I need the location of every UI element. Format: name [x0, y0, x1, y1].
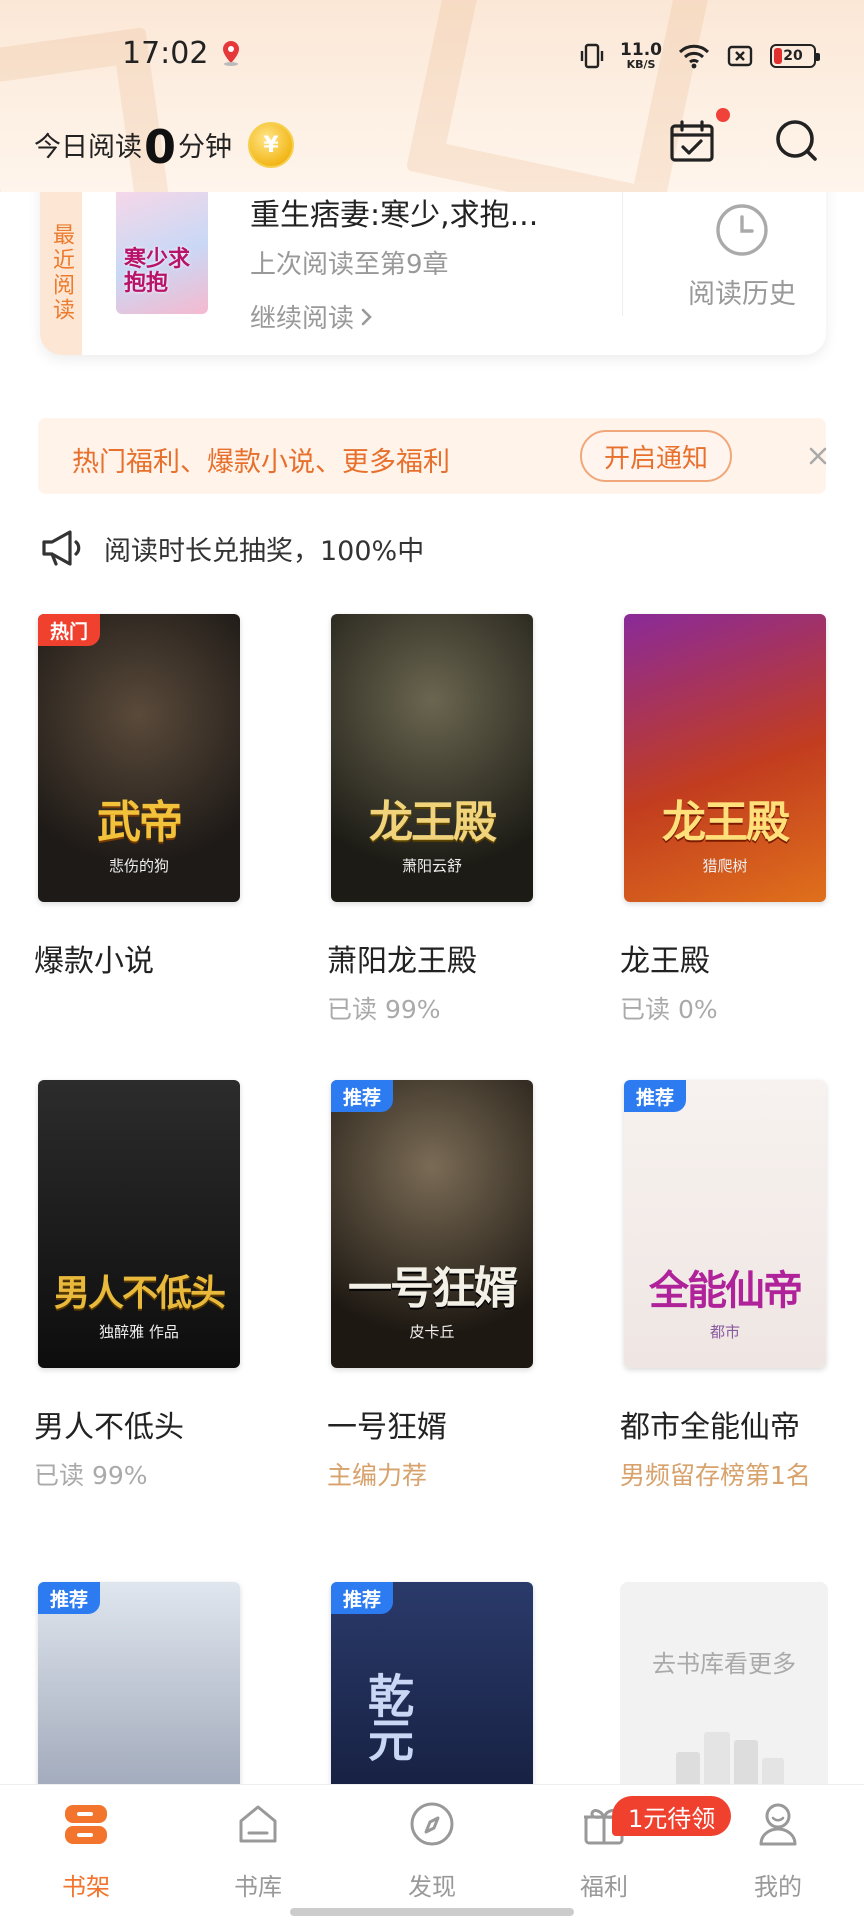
library-icon — [239, 1805, 277, 1843]
welfare-badge: 1元待领 — [612, 1796, 732, 1836]
recent-book-cover[interactable]: 寒少求抱抱 — [116, 186, 208, 314]
bookshelf-screen: 17:02 11.0 KB/S 20 今日阅读 0 分钟 ¥ 最近阅读 寒少求抱… — [0, 0, 864, 1920]
today-reading-minutes: 0 — [144, 120, 177, 174]
recent-book-progress: 上次阅读至第9章 — [250, 250, 449, 280]
book-progress: 已读 99% — [327, 995, 441, 1024]
cover-title: 乾元 — [361, 1672, 415, 1760]
profile-icon — [759, 1803, 797, 1846]
reading-history-button[interactable]: 阅读历史 — [662, 202, 822, 311]
cover-author: 猎爬树 — [702, 857, 748, 875]
nav-item-library[interactable]: 书库 — [198, 1799, 318, 1902]
battery-icon: 20 — [770, 44, 820, 68]
cover-title: 龙王殿 — [662, 797, 790, 848]
status-time: 17:02 — [122, 36, 209, 71]
cover-title: 全能仙帝 — [649, 1267, 803, 1314]
book-tagline: 主编力荐 — [327, 1461, 428, 1490]
book-cover[interactable]: 龙王殿 萧阳云舒 — [331, 614, 533, 902]
book-cover[interactable]: 推荐 全能仙帝 都市 — [624, 1080, 826, 1368]
nav-label: 书架 — [62, 1873, 110, 1901]
recent-cover-text: 寒少求抱抱 — [124, 247, 191, 297]
net-speed-value: 11.0 — [620, 40, 662, 60]
divider — [622, 186, 623, 316]
cover-author: 萧阳云舒 — [401, 857, 462, 875]
cover-author: 独醉雅 作品 — [99, 1323, 179, 1341]
recommend-badge: 推荐 — [38, 1582, 101, 1614]
home-indicator[interactable] — [290, 1908, 574, 1916]
clock-icon — [716, 204, 768, 256]
enable-notification-button[interactable]: 开启通知 — [580, 430, 732, 482]
book-cover[interactable]: 推荐 一号狂婿 皮卡丘 — [331, 1080, 533, 1368]
hot-badge: 热门 — [38, 614, 101, 646]
book-title: 萧阳龙王殿 — [327, 944, 477, 979]
net-speed: 11.0 KB/S — [620, 40, 662, 71]
book-title: 一号狂婿 — [327, 1410, 447, 1445]
announcement-text: 阅读时长兑抽奖，100%中 — [104, 535, 425, 567]
book-item[interactable]: 推荐 一号狂婿 皮卡丘 一号狂婿 主编力荐 — [327, 1080, 533, 1490]
status-icons: 11.0 KB/S 20 — [580, 36, 820, 76]
book-item[interactable]: 热门 武帝 悲伤的狗 爆款小说 — [34, 614, 240, 979]
compass-icon — [410, 1802, 454, 1846]
announcement-bar[interactable]: 阅读时长兑抽奖，100%中 — [40, 524, 424, 572]
coin-icon[interactable]: ¥ — [248, 122, 295, 168]
notification-banner: 热门福利、爆款小说、更多福利 开启通知 — [38, 418, 827, 494]
book-item[interactable]: 推荐 全能仙帝 都市 都市全能仙帝 男频留存榜第1名 — [620, 1080, 826, 1490]
bottom-nav: 书架 书库 发现 福利 我的 — [0, 1784, 864, 1920]
nav-label: 书库 — [234, 1873, 282, 1901]
recommend-badge: 推荐 — [331, 1080, 394, 1112]
book-progress: 已读 99% — [34, 1461, 148, 1490]
megaphone-icon — [42, 530, 81, 566]
checkin-calendar-icon[interactable] — [668, 118, 716, 166]
recommend-badge: 推荐 — [624, 1080, 687, 1112]
book-item[interactable]: 龙王殿 猎爬树 龙王殿 已读 0% — [620, 614, 826, 1024]
recent-book-title[interactable]: 重生痞妻:寒少,求抱... — [250, 190, 538, 234]
reading-history-label: 阅读历史 — [688, 279, 796, 310]
nav-item-bookshelf[interactable]: 书架 — [26, 1799, 146, 1902]
book-progress: 已读 0% — [620, 995, 718, 1024]
book-item[interactable]: 男人不低头 独醉雅 作品 男人不低头 已读 99% — [34, 1080, 240, 1490]
continue-reading-label: 继续阅读 — [250, 304, 355, 334]
book-cover[interactable]: 龙王殿 猎爬树 — [624, 614, 826, 902]
header: 17:02 11.0 KB/S 20 今日阅读 0 分钟 ¥ — [0, 0, 864, 192]
wifi-icon — [678, 44, 710, 69]
book-tagline: 男频留存榜第1名 — [620, 1461, 811, 1490]
nav-label: 我的 — [754, 1873, 802, 1901]
book-cover[interactable]: 热门 武帝 悲伤的狗 — [38, 614, 240, 902]
cover-title: 一号狂婿 — [348, 1263, 518, 1314]
nav-item-discover[interactable]: 发现 — [372, 1799, 492, 1902]
cover-author: 皮卡丘 — [409, 1323, 455, 1341]
today-reading-label: 今日阅读 — [34, 132, 142, 163]
book-item[interactable]: 龙王殿 萧阳云舒 萧阳龙王殿 已读 99% — [327, 614, 533, 1024]
net-speed-unit: KB/S — [626, 58, 656, 71]
book-title: 龙王殿 — [620, 944, 710, 979]
today-reading[interactable]: 今日阅读 0 分钟 ¥ — [34, 114, 295, 174]
recommend-badge: 推荐 — [331, 1582, 394, 1614]
go-to-library-label: 去书库看更多 — [652, 1650, 796, 1678]
battery-level: 20 — [783, 48, 803, 64]
cover-author: 悲伤的狗 — [108, 857, 169, 875]
search-icon[interactable] — [772, 116, 822, 166]
notification-banner-text: 热门福利、爆款小说、更多福利 — [72, 447, 450, 478]
vibrate-icon — [580, 43, 604, 69]
cover-title: 龙王殿 — [369, 797, 497, 848]
book-cover[interactable]: 男人不低头 独醉雅 作品 — [38, 1080, 240, 1368]
cover-author: 都市 — [709, 1323, 740, 1341]
cover-title: 男人不低头 — [53, 1272, 226, 1314]
chevron-right-icon — [361, 308, 372, 325]
book-title: 都市全能仙帝 — [620, 1410, 800, 1445]
nav-item-profile[interactable]: 我的 — [718, 1799, 838, 1902]
continue-reading-link[interactable]: 继续阅读 — [250, 298, 374, 335]
nav-label: 福利 — [580, 1873, 628, 1901]
today-reading-unit: 分钟 — [178, 132, 233, 163]
cover-title: 武帝 — [97, 797, 183, 848]
status-bar: 17:02 11.0 KB/S 20 — [0, 0, 864, 108]
bookshelf-icon — [65, 1805, 107, 1844]
book-title: 男人不低头 — [34, 1410, 184, 1445]
nav-label: 发现 — [408, 1873, 456, 1901]
notification-dot — [716, 108, 730, 122]
sim-off-icon — [727, 45, 753, 67]
close-icon[interactable] — [804, 442, 832, 470]
location-icon — [223, 41, 239, 66]
book-title: 爆款小说 — [34, 944, 154, 979]
